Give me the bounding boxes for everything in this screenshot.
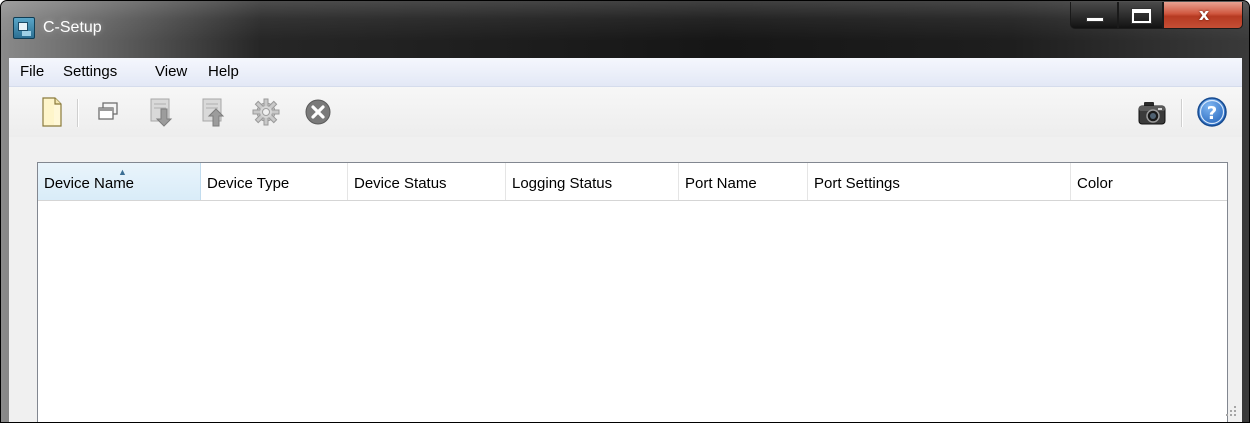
svg-text:?: ? [1207,103,1217,124]
upload-icon [202,98,225,127]
upload-button[interactable] [197,95,231,129]
column-header-label: Port Name [685,175,757,192]
new-document-icon [42,97,62,127]
help-icon: ? [1197,97,1227,127]
column-header-label: Port Settings [814,175,900,192]
column-header-device-status[interactable]: Device Status [348,163,506,200]
column-header-device-name[interactable]: ▲ Device Name [38,163,201,200]
device-list[interactable]: ▲ Device Name Device Type Device Status … [37,162,1228,422]
menu-help[interactable]: Help [208,63,239,80]
help-button[interactable]: ? [1195,95,1229,129]
column-header-label: Color [1077,175,1113,192]
sort-ascending-icon: ▲ [118,167,127,177]
column-header-label: Logging Status [512,175,613,192]
close-icon: x [1198,5,1210,24]
stop-button[interactable] [301,95,335,129]
minimize-icon [1086,17,1104,22]
column-header-label: Device Name [44,175,135,192]
resize-grip[interactable] [1224,404,1236,416]
column-header-port-name[interactable]: Port Name [679,163,808,200]
client-area: File Settings View Help ? ▲ Device Name … [9,58,1242,422]
column-header-label: Device Status [354,175,447,192]
snapshot-button[interactable] [1135,95,1169,129]
title-bar[interactable]: C-Setup x [1,1,1249,57]
new-document-button[interactable] [35,95,69,129]
menu-bar: File Settings View Help [9,58,1242,87]
window-title: C-Setup [43,19,102,36]
gear-icon [252,98,280,126]
toolbar-separator [1181,99,1183,127]
menu-settings[interactable]: Settings [63,63,117,80]
toolbar-separator [77,99,79,127]
download-icon [150,98,173,127]
maximize-button[interactable] [1118,2,1163,29]
menu-file[interactable]: File [20,63,44,80]
app-window: C-Setup x File Settings View Help ? ▲ De… [0,0,1250,423]
maximize-icon [1131,8,1152,24]
minimize-button[interactable] [1070,2,1118,29]
download-button[interactable] [145,95,179,129]
column-header-device-type[interactable]: Device Type [201,163,348,200]
menu-view[interactable]: View [155,63,187,80]
caption-buttons: x [1070,2,1243,31]
close-circle-icon [305,99,331,125]
windows-button[interactable] [91,95,125,129]
list-body[interactable] [38,201,1227,422]
settings-button[interactable] [249,95,283,129]
windows-icon [98,102,118,120]
column-header-port-settings[interactable]: Port Settings [808,163,1071,200]
toolbar: ? [9,87,1242,137]
camera-icon [1138,102,1166,125]
column-header-label: Device Type [207,175,290,192]
column-header-logging-status[interactable]: Logging Status [506,163,679,200]
column-header-color[interactable]: Color [1071,163,1227,200]
app-icon[interactable] [13,17,35,39]
list-header: ▲ Device Name Device Type Device Status … [38,163,1227,201]
close-button[interactable]: x [1163,2,1243,29]
